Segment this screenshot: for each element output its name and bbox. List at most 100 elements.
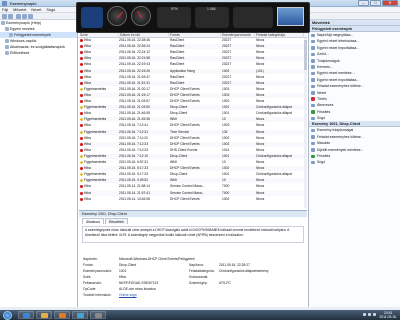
taskbar-event-viewer[interactable]: [90, 311, 106, 319]
error-icon: [80, 51, 83, 55]
tree-item-subscriptions[interactable]: Előfizetések: [0, 50, 77, 56]
cell-level: Hiba: [84, 38, 91, 42]
menu-file[interactable]: Fájl: [2, 7, 8, 12]
table-row[interactable]: Hiba 2011.05.16. 21:51:31 RasClient 20227 Ni…: [79, 80, 307, 86]
table-row[interactable]: Hiba 2011.05.16. 21:15:17 DHCP Client Even…: [79, 92, 307, 98]
event-viewer-icon: [2, 1, 7, 6]
user-label: Felhasználó:: [83, 281, 102, 285]
cell-event-id: 20227: [222, 80, 232, 85]
menu-help[interactable]: Súgó: [46, 7, 55, 12]
cell-source: Dhcp-Client: [170, 111, 188, 116]
volume-icon[interactable]: [368, 313, 371, 316]
table-row[interactable]: Hiba 2011.05.16. 7:12:23 DHS Client Events…: [79, 148, 307, 153]
forward-icon[interactable]: [8, 14, 13, 19]
help-icon: [311, 116, 315, 121]
cell-source: WMI: [170, 117, 177, 122]
table-row[interactable]: Hiba 2011.05.16. 22:15:26 Application Hang…: [79, 68, 307, 74]
taskbar-media[interactable]: [54, 311, 70, 319]
taskbar-explorer[interactable]: [36, 311, 52, 319]
table-row[interactable]: Figyelmeztetés 2011.05.16. 7:12:10 Dhcp-Cl…: [79, 153, 307, 159]
menu-action[interactable]: Művelet: [13, 7, 26, 12]
table-row[interactable]: Hiba 2011.05.16. 22:19:43 RasClient 20227 Ni…: [79, 62, 307, 67]
back-icon[interactable]: [2, 14, 7, 19]
table-row[interactable]: Hiba 2011.05.16. 7:12:23 DHCP Client Event…: [79, 141, 307, 147]
table-row[interactable]: Hiba 2011.05.14. 21:57:41 Service Control …: [79, 190, 307, 196]
open-icon: [311, 33, 315, 37]
action-item[interactable]: Súgó: [309, 159, 400, 165]
table-row[interactable]: Hiba 2011.05.16. 7:11:20 DHCP Client Event…: [79, 136, 307, 141]
warning-icon: [79, 179, 84, 183]
table-row[interactable]: Hiba 2011.05.16. 22:28:46 RasClient 20227 Ni…: [79, 38, 307, 43]
table-row[interactable]: Hiba 2011.05.16. 7:12:41 DHCP Client Event…: [79, 123, 307, 128]
logged-value: 2011.05.16. 22:28:27: [219, 263, 250, 267]
actions-pane: Műveletek Felügyeleti események Napló/fájl…: [308, 20, 400, 307]
taskbar-app[interactable]: [72, 311, 88, 319]
table-row[interactable]: Hiba 2011.05.14. 21:58:14 Service Control …: [79, 184, 307, 189]
table-row[interactable]: Hiba 2011.05.16. 21:03:57 DHCP Client Even…: [79, 99, 307, 104]
table-row[interactable]: Hiba 2011.05.16. 21:46:08 Dhcp-Client 1001 C…: [79, 111, 307, 116]
table-row[interactable]: Hiba 2011.05.15. 5:17:23 DHCP Client Event…: [79, 166, 307, 172]
tab-details[interactable]: Részletek: [104, 218, 128, 224]
cell-event-id: 1002: [222, 135, 230, 140]
table-row[interactable]: Figyelmeztetés 2011.05.16. 7:12:31 Time Se…: [79, 129, 307, 135]
cpu-meter: [107, 6, 127, 26]
cell-task-category: Nincs: [256, 160, 265, 164]
tray-clock[interactable]: 23:51 2011.05.16.: [379, 311, 397, 319]
cell-level: Hiba: [84, 92, 91, 97]
maximize-button[interactable]: □: [370, 0, 381, 6]
table-row[interactable]: Figyelmeztetés 2011.05.16. 6:57:31 WMI 10 Ni…: [79, 160, 307, 165]
list-scrollbar[interactable]: [304, 38, 307, 208]
table-row[interactable]: Hiba 2011.05.16. 22:21:58 RasClient 20227 Ni…: [79, 56, 307, 62]
minimize-button[interactable]: –: [358, 0, 369, 6]
filter-icon: [311, 52, 315, 57]
table-row[interactable]: Figyelmeztetés 2011.05.15. 5:17:23 Dhcp-Cl…: [79, 172, 307, 177]
error-icon: [80, 191, 83, 195]
cpu-needle: [117, 11, 124, 19]
scroll-thumb[interactable]: [304, 40, 307, 70]
search-icon: [311, 65, 315, 69]
cell-source: RasClient: [170, 56, 185, 61]
menu-view[interactable]: Nézet: [31, 7, 41, 12]
keywords-label: Kulcsszavak:: [189, 275, 209, 279]
tray-date: 2011.05.16.: [379, 315, 397, 319]
table-row[interactable]: Figyelmeztetés 2011.05.15. 0:09:52 WMI 10 Ni…: [79, 178, 307, 184]
help-icon[interactable]: [28, 14, 33, 19]
table-row[interactable]: Hiba 2011.05.16. 21:53:47 RasClient 20227 Ni…: [79, 75, 307, 80]
source-value: Dhcp-Client: [119, 263, 137, 267]
weather-gadget[interactable]: [81, 7, 103, 28]
taskbar-ie[interactable]: [18, 311, 34, 319]
close-button[interactable]: ✕: [382, 0, 398, 6]
properties-icon[interactable]: [22, 14, 27, 19]
cell-level: Hiba: [84, 123, 91, 128]
table-row[interactable]: Figyelmeztetés 2011.05.16. 21:20:17 DHCP C…: [79, 87, 307, 92]
cell-event-id: 1003: [222, 92, 230, 97]
warning-icon: [79, 87, 84, 91]
action-item-label: Esemény tulajdonságai: [317, 128, 354, 133]
table-row[interactable]: Hiba 2011.05.16. 22:26:24 RasClient 20227 Ni…: [79, 44, 307, 50]
table-row[interactable]: Hiba 2011.05.14. 13:46:08 DHCP Client Even…: [79, 197, 307, 202]
cell-source: Service Control Mana...: [170, 190, 205, 195]
clock-gadget[interactable]: [233, 7, 273, 28]
cell-task-category: Nincs: [256, 196, 265, 201]
cell-datetime: 2011.05.14. 21:57:41: [119, 190, 150, 195]
tab-general[interactable]: Általános: [82, 218, 104, 224]
cell-event-id: 1002: [222, 99, 230, 103]
slideshow-gadget[interactable]: [277, 7, 304, 26]
network-icon[interactable]: [363, 313, 366, 316]
online-help-link[interactable]: Online súgó: [119, 293, 137, 297]
folder-icon[interactable]: [16, 14, 21, 19]
table-row[interactable]: Figyelmeztetés 2011.05.16. 21:45:36 WMI 10 N…: [79, 117, 307, 123]
filter-icon: [9, 33, 13, 37]
error-icon: [80, 136, 83, 140]
action-item-label: Súgó: [317, 160, 326, 165]
cell-datetime: 2011.05.16. 7:12:31: [119, 129, 149, 134]
start-button[interactable]: [3, 311, 12, 320]
flag-icon[interactable]: [373, 313, 376, 316]
cell-task-category: Nincs: [256, 190, 265, 195]
table-row[interactable]: Hiba 2011.05.16. 22:24:12 RasClient 20227 Ni…: [79, 50, 307, 55]
table-row[interactable]: Figyelmeztetés 2011.05.16. 21:03:50 Dhcp-C…: [79, 105, 307, 111]
cell-level: Hiba: [84, 74, 91, 79]
action-item[interactable]: Súgó: [309, 115, 400, 121]
delete-icon: [311, 97, 315, 101]
cell-level: Hiba: [84, 135, 91, 140]
